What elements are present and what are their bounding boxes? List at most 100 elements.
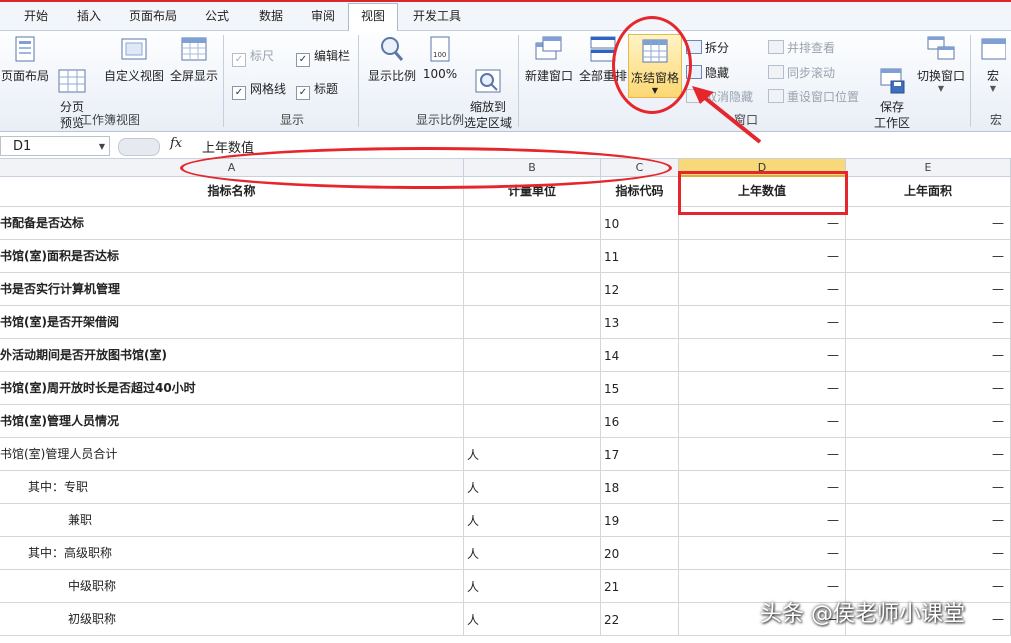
cell-code[interactable]: 11 [601,240,679,273]
new-window-label: 新建窗口 [524,69,573,83]
cell-code[interactable]: 20 [601,537,679,570]
cell-unit[interactable] [464,405,601,438]
cell-last-year-area[interactable]: — [846,306,1011,339]
formula-bar-checkbox[interactable]: ✓ 编辑栏 [296,47,350,67]
cell-indicator-name[interactable]: 其中：高级职称 [0,537,464,570]
cell-indicator-name[interactable]: 兼职 [0,504,464,537]
cell-last-year-area[interactable]: — [846,438,1011,471]
cell-unit[interactable]: 人 [464,537,601,570]
formula-bar-resize-handle[interactable] [118,138,160,156]
name-box[interactable]: D1 ▼ [0,136,110,156]
sync-scroll-button[interactable]: 同步滚动 [768,64,835,81]
column-header-e[interactable]: E [846,159,1011,177]
ruler-checkbox[interactable]: ✓ 标尺 [232,47,274,67]
cell-last-year-value[interactable]: — [679,537,846,570]
cell-code[interactable]: 17 [601,438,679,471]
switch-windows-button[interactable]: 切换窗口 ▼ [916,35,966,93]
formula-bar-label: 编辑栏 [314,49,351,63]
group-separator [970,35,971,127]
cell-last-year-value[interactable]: — [679,405,846,438]
new-window-button[interactable]: 新建窗口 [522,35,576,84]
zoom-button[interactable]: 显示比例 [366,35,418,84]
cell-last-year-area[interactable]: — [846,504,1011,537]
cell-unit[interactable]: 人 [464,570,601,603]
cell-last-year-area[interactable]: — [846,273,1011,306]
tab-formulas[interactable]: 公式 [194,4,240,30]
cell-indicator-name[interactable]: 书馆(室)管理人员合计 [0,438,464,471]
zoom-100-button[interactable]: 100 100% [420,35,460,81]
cell-code[interactable]: 16 [601,405,679,438]
tab-insert[interactable]: 插入 [66,4,112,30]
cell-last-year-value[interactable]: — [679,240,846,273]
chevron-down-icon: ▼ [98,142,105,151]
cell-indicator-name[interactable]: 书馆(室)是否开架借阅 [0,306,464,339]
header-cell-last-year-area[interactable]: 上年面积 [846,177,1011,207]
split-button[interactable]: 拆分 [686,39,729,56]
headings-checkbox[interactable]: ✓ 标题 [296,80,338,100]
tab-page-layout[interactable]: 页面布局 [120,4,186,30]
cell-last-year-area[interactable]: — [846,471,1011,504]
cell-indicator-name[interactable]: 其中：专职 [0,471,464,504]
page-layout-button[interactable]: 页面布局 [0,35,50,84]
cell-code[interactable]: 10 [601,207,679,240]
cell-last-year-area[interactable]: — [846,207,1011,240]
cell-unit[interactable]: 人 [464,603,601,636]
tab-view[interactable]: 视图 [348,3,398,31]
cell-last-year-area[interactable]: — [846,240,1011,273]
cell-unit[interactable] [464,339,601,372]
cell-code[interactable]: 15 [601,372,679,405]
cell-unit[interactable] [464,240,601,273]
cell-code[interactable]: 12 [601,273,679,306]
cell-indicator-name[interactable]: 初级职称 [0,603,464,636]
cell-indicator-name[interactable]: 书馆(室)管理人员情况 [0,405,464,438]
custom-view-button[interactable]: 自定义视图 [102,35,166,84]
cell-last-year-value[interactable]: — [679,273,846,306]
cell-last-year-area[interactable]: — [846,339,1011,372]
cell-code[interactable]: 22 [601,603,679,636]
cell-code[interactable]: 19 [601,504,679,537]
cell-unit[interactable]: 人 [464,471,601,504]
full-screen-button[interactable]: 全屏显示 [168,35,220,84]
zoom-100-label: 100% [422,67,458,81]
cell-indicator-name[interactable]: 中级职称 [0,570,464,603]
hide-button[interactable]: 隐藏 [686,64,729,81]
cell-unit[interactable] [464,207,601,240]
cell-unit[interactable] [464,273,601,306]
chevron-down-icon: ▼ [937,84,945,93]
cell-last-year-area[interactable]: — [846,537,1011,570]
cell-unit[interactable]: 人 [464,438,601,471]
tab-review[interactable]: 审阅 [302,4,344,30]
cell-code[interactable]: 18 [601,471,679,504]
cell-indicator-name[interactable]: 书馆(室)周开放时长是否超过40小时 [0,372,464,405]
tab-home[interactable]: 开始 [12,4,60,30]
page-layout-icon [10,35,40,63]
insert-function-button[interactable]: fx [170,136,182,151]
tab-data[interactable]: 数据 [248,4,294,30]
cell-code[interactable]: 14 [601,339,679,372]
cell-indicator-name[interactable]: 书配备是否达标 [0,207,464,240]
split-label: 拆分 [705,41,730,55]
cell-last-year-value[interactable]: — [679,504,846,537]
cell-indicator-name[interactable]: 书是否实行计算机管理 [0,273,464,306]
cell-code[interactable]: 21 [601,570,679,603]
cell-last-year-area[interactable]: — [846,372,1011,405]
reset-window-position-button[interactable]: 重设窗口位置 [768,88,859,105]
cell-indicator-name[interactable]: 书馆(室)面积是否达标 [0,240,464,273]
macros-button[interactable]: 宏 ▼ [976,35,1010,93]
cell-indicator-name[interactable]: 外活动期间是否开放图书馆(室) [0,339,464,372]
cell-last-year-value[interactable]: — [679,339,846,372]
cell-last-year-value[interactable]: — [679,438,846,471]
gridlines-checkbox[interactable]: ✓ 网格线 [232,80,286,100]
cell-last-year-area[interactable]: — [846,405,1011,438]
save-workspace-button[interactable]: 保存 工作区 [870,35,914,131]
tab-developer[interactable]: 开发工具 [404,4,470,30]
cell-code[interactable]: 13 [601,306,679,339]
cell-last-year-value[interactable]: — [679,372,846,405]
cell-unit[interactable]: 人 [464,504,601,537]
cell-unit[interactable] [464,306,601,339]
ruler-label: 标尺 [250,49,275,63]
cell-last-year-value[interactable]: — [679,471,846,504]
view-side-by-side-button[interactable]: 并排查看 [768,39,835,56]
cell-last-year-value[interactable]: — [679,306,846,339]
cell-unit[interactable] [464,372,601,405]
